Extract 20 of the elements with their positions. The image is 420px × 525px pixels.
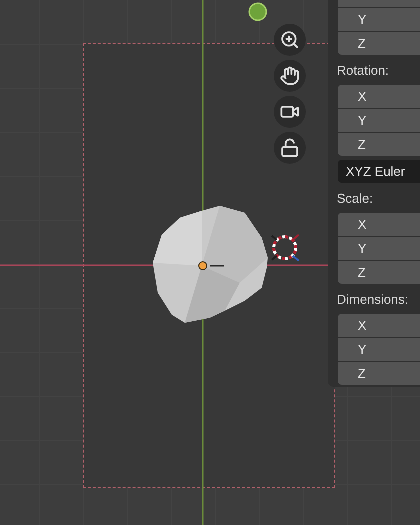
number-field[interactable]: Z <box>338 133 420 156</box>
number-field[interactable]: Y <box>338 109 420 132</box>
z-axis-ball-icon[interactable] <box>248 2 268 22</box>
hand-icon <box>280 66 300 86</box>
unlock-icon <box>280 138 300 158</box>
number-field[interactable]: X <box>338 85 420 108</box>
section-label: Dimensions: <box>337 290 410 308</box>
section-label: Rotation: <box>337 62 390 80</box>
number-field[interactable]: X <box>338 213 420 236</box>
section-label: Scale: <box>337 190 374 208</box>
number-field[interactable]: Y <box>338 8 420 31</box>
number-field[interactable]: Z <box>338 362 420 385</box>
number-field[interactable]: Z <box>338 261 420 284</box>
number-field[interactable]: Z <box>338 32 420 55</box>
rotation-mode-dropdown[interactable]: XYZ Euler <box>338 160 420 183</box>
number-field[interactable]: Y <box>338 237 420 260</box>
number-field[interactable]: X <box>338 314 420 337</box>
zoom-icon <box>280 30 300 50</box>
zoom-button[interactable] <box>274 24 306 56</box>
number-field[interactable]: Y <box>338 338 420 361</box>
